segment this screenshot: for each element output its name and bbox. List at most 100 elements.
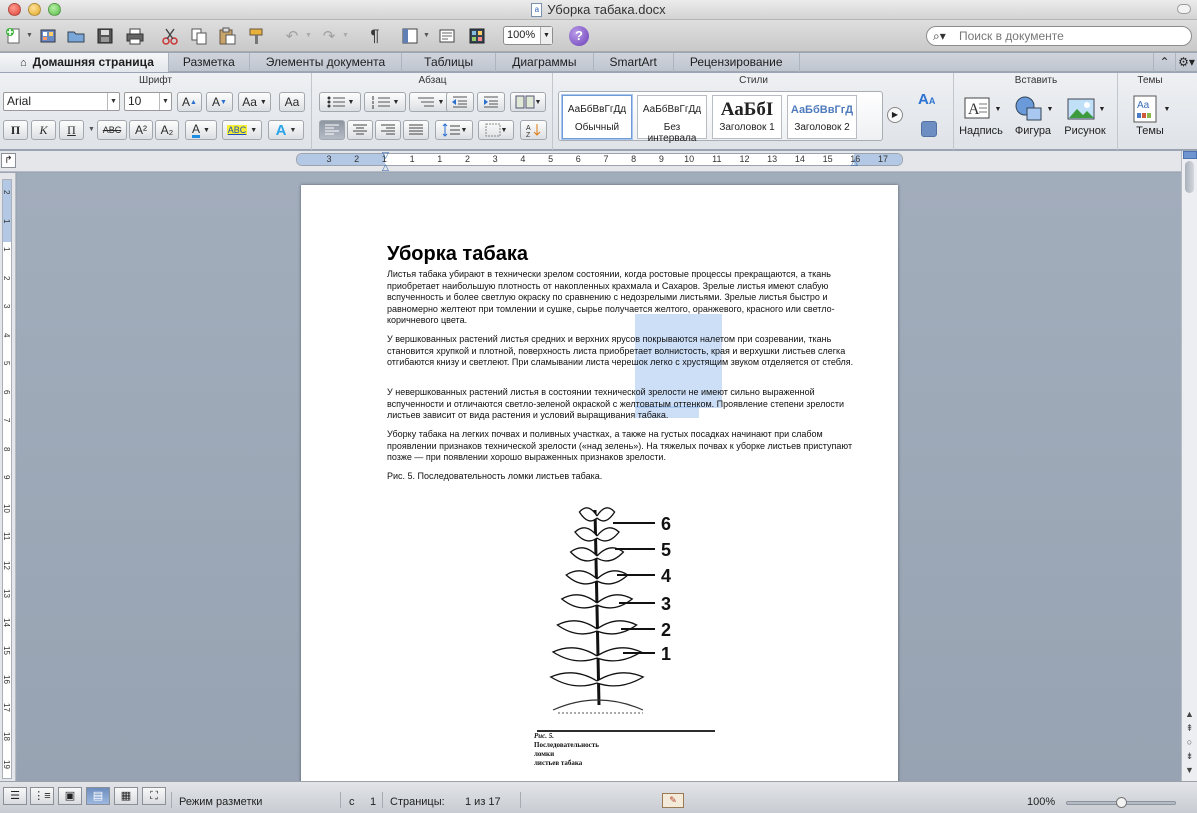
underline-button[interactable]: П bbox=[59, 120, 84, 140]
shrink-font-button[interactable]: A ▼ bbox=[206, 92, 233, 112]
highlight-button[interactable]: ABC ▼ bbox=[222, 120, 262, 140]
close-window-button[interactable] bbox=[8, 3, 21, 16]
search-icon[interactable]: ⌕▾ bbox=[933, 29, 959, 44]
themes-button[interactable]: Aa ▼ Темы bbox=[1121, 93, 1179, 137]
font-color-button[interactable]: A ▼ bbox=[185, 120, 217, 140]
tab-smartart[interactable]: SmartArt bbox=[594, 53, 674, 72]
insert-textbox-button[interactable]: A ▼ Надпись bbox=[959, 93, 1003, 137]
vertical-scrollbar[interactable]: ▲ ⇞ ○ ⇟ ▼ bbox=[1181, 151, 1197, 781]
next-page-icon[interactable]: ⇟ bbox=[1182, 749, 1197, 763]
copy-icon[interactable] bbox=[188, 25, 210, 47]
borders-button[interactable]: ▼ bbox=[478, 120, 514, 140]
justify-button[interactable] bbox=[403, 120, 429, 140]
style-no-spacing[interactable]: АаБбВвГгДд Без интервала bbox=[637, 95, 707, 144]
vertical-ruler[interactable]: 2 1 1 2 3 4 5 6 7 8 9 10 11 12 13 14 15 16 17 18 19 bbox=[0, 173, 16, 781]
increase-indent-button[interactable] bbox=[477, 92, 505, 112]
publishing-view-button[interactable]: ▣ bbox=[58, 787, 82, 805]
first-line-indent-marker[interactable]: ▽ bbox=[382, 151, 389, 160]
strikethrough-button[interactable]: ABC bbox=[97, 120, 127, 140]
redo-icon[interactable]: ↷ bbox=[318, 25, 340, 47]
subscript-button[interactable]: A₂ bbox=[155, 120, 179, 140]
draft-view-button[interactable]: ☰ bbox=[3, 787, 27, 805]
save-icon[interactable] bbox=[94, 25, 116, 47]
style-heading-2[interactable]: АаБбВвГгД Заголовок 2 bbox=[787, 95, 857, 139]
tab-tables[interactable]: Таблицы bbox=[402, 53, 497, 72]
bullets-button[interactable]: ▼ bbox=[319, 92, 361, 112]
left-indent-marker[interactable]: △ bbox=[382, 163, 389, 172]
open-folder-icon[interactable] bbox=[65, 25, 87, 47]
browse-object-icon[interactable]: ○ bbox=[1182, 735, 1197, 749]
text-effects-button[interactable]: A ▼ bbox=[268, 120, 304, 140]
show-formatting-icon[interactable]: ¶ bbox=[364, 25, 386, 47]
split-handle[interactable] bbox=[1183, 151, 1197, 159]
document-paragraph[interactable]: Листья табака убирают в технически зрело… bbox=[387, 269, 857, 327]
align-left-button[interactable] bbox=[319, 120, 345, 140]
search-input[interactable] bbox=[959, 29, 1179, 43]
style-heading-1[interactable]: АаБбI Заголовок 1 bbox=[712, 95, 782, 139]
toolbar-toggle-button[interactable] bbox=[1177, 4, 1191, 14]
columns-button[interactable]: ▼ bbox=[510, 92, 546, 112]
full-screen-view-button[interactable]: ⛶ bbox=[142, 787, 166, 805]
redo-dropdown-icon[interactable]: ▼ bbox=[342, 32, 349, 39]
templates-icon[interactable] bbox=[37, 25, 59, 47]
superscript-button[interactable]: A² bbox=[129, 120, 153, 140]
scroll-down-icon[interactable]: ▼ bbox=[1182, 763, 1197, 777]
multilevel-list-button[interactable]: ▼ bbox=[409, 92, 451, 112]
search-field[interactable]: ⌕▾ bbox=[926, 26, 1192, 46]
insert-shape-button[interactable]: ▼ Фигура bbox=[1011, 93, 1055, 137]
align-center-button[interactable] bbox=[347, 120, 373, 140]
styles-pane-icon[interactable] bbox=[921, 121, 937, 137]
zoom-window-button[interactable] bbox=[48, 3, 61, 16]
document-paragraph[interactable]: У невершкованных растений листья в состо… bbox=[387, 387, 857, 422]
insert-picture-button[interactable]: ▼ Рисунок bbox=[1063, 93, 1107, 137]
align-right-button[interactable] bbox=[375, 120, 401, 140]
undo-icon[interactable]: ↶ bbox=[281, 25, 303, 47]
clear-formatting-button[interactable]: Aa bbox=[279, 92, 305, 112]
spelling-status-icon[interactable]: ✎ bbox=[662, 793, 684, 808]
zoom-select[interactable]: 100% ▼ bbox=[503, 26, 553, 45]
undo-dropdown-icon[interactable]: ▼ bbox=[305, 32, 312, 39]
new-document-dropdown-icon[interactable]: ▼ bbox=[26, 32, 33, 39]
italic-button[interactable]: К bbox=[31, 120, 56, 140]
tab-document-elements[interactable]: Элементы документа bbox=[250, 53, 403, 72]
tab-stop-selector[interactable]: ↱ bbox=[1, 153, 16, 168]
view-sidebar-icon[interactable] bbox=[399, 25, 421, 47]
ribbon-settings-icon[interactable]: ⚙▾ bbox=[1175, 53, 1197, 72]
collapse-ribbon-icon[interactable]: ⌃ bbox=[1153, 53, 1175, 72]
change-case-button[interactable]: Aa ▼ bbox=[238, 92, 271, 112]
change-styles-icon[interactable]: AA bbox=[918, 91, 935, 108]
format-painter-icon[interactable] bbox=[245, 25, 267, 47]
help-button[interactable]: ? bbox=[569, 26, 589, 46]
zoom-slider-knob[interactable] bbox=[1116, 797, 1127, 808]
document-heading[interactable]: Уборка табака bbox=[387, 243, 528, 266]
document-canvas[interactable]: Уборка табака Листья табака убирают в те… bbox=[17, 173, 1181, 785]
tab-charts[interactable]: Диаграммы bbox=[496, 53, 594, 72]
sort-button[interactable]: AZ bbox=[520, 120, 547, 140]
media-browser-icon[interactable] bbox=[466, 25, 488, 47]
styles-next-button[interactable]: ▶ bbox=[887, 107, 903, 123]
numbering-button[interactable]: ▼ bbox=[364, 92, 406, 112]
minimize-window-button[interactable] bbox=[28, 3, 41, 16]
tab-layout[interactable]: Разметка bbox=[169, 53, 250, 72]
paste-icon[interactable] bbox=[216, 25, 238, 47]
font-size-select[interactable]: 10 ▼ bbox=[124, 92, 172, 111]
outline-view-button[interactable]: ⋮≡ bbox=[30, 787, 54, 805]
grow-font-button[interactable]: A ▲ bbox=[177, 92, 202, 112]
new-document-icon[interactable] bbox=[3, 25, 25, 47]
figure-caption[interactable]: Рис. 5. Последовательность ломки листьев… bbox=[387, 471, 602, 481]
tab-home[interactable]: ⌂ Домашняя страница bbox=[0, 53, 169, 72]
zoom-slider[interactable] bbox=[1066, 797, 1176, 808]
right-indent-marker[interactable]: △ bbox=[851, 158, 858, 167]
document-page[interactable]: Уборка табака Листья табака убирают в те… bbox=[301, 185, 898, 785]
document-paragraph[interactable]: У вершкованных растений листья средних и… bbox=[387, 334, 857, 369]
toolbox-icon[interactable] bbox=[436, 25, 458, 47]
cut-icon[interactable] bbox=[159, 25, 181, 47]
style-normal[interactable]: АаБбВвГгДд Обычный bbox=[562, 95, 632, 139]
scroll-up-icon[interactable]: ▲ bbox=[1182, 707, 1197, 721]
scroll-thumb[interactable] bbox=[1185, 161, 1194, 193]
print-layout-view-button[interactable]: ▤ bbox=[86, 787, 110, 805]
sidebar-dropdown-icon[interactable]: ▼ bbox=[423, 32, 430, 39]
document-paragraph[interactable]: Уборку табака на легких почвах и поливны… bbox=[387, 429, 857, 464]
previous-page-icon[interactable]: ⇞ bbox=[1182, 721, 1197, 735]
print-icon[interactable] bbox=[124, 25, 146, 47]
